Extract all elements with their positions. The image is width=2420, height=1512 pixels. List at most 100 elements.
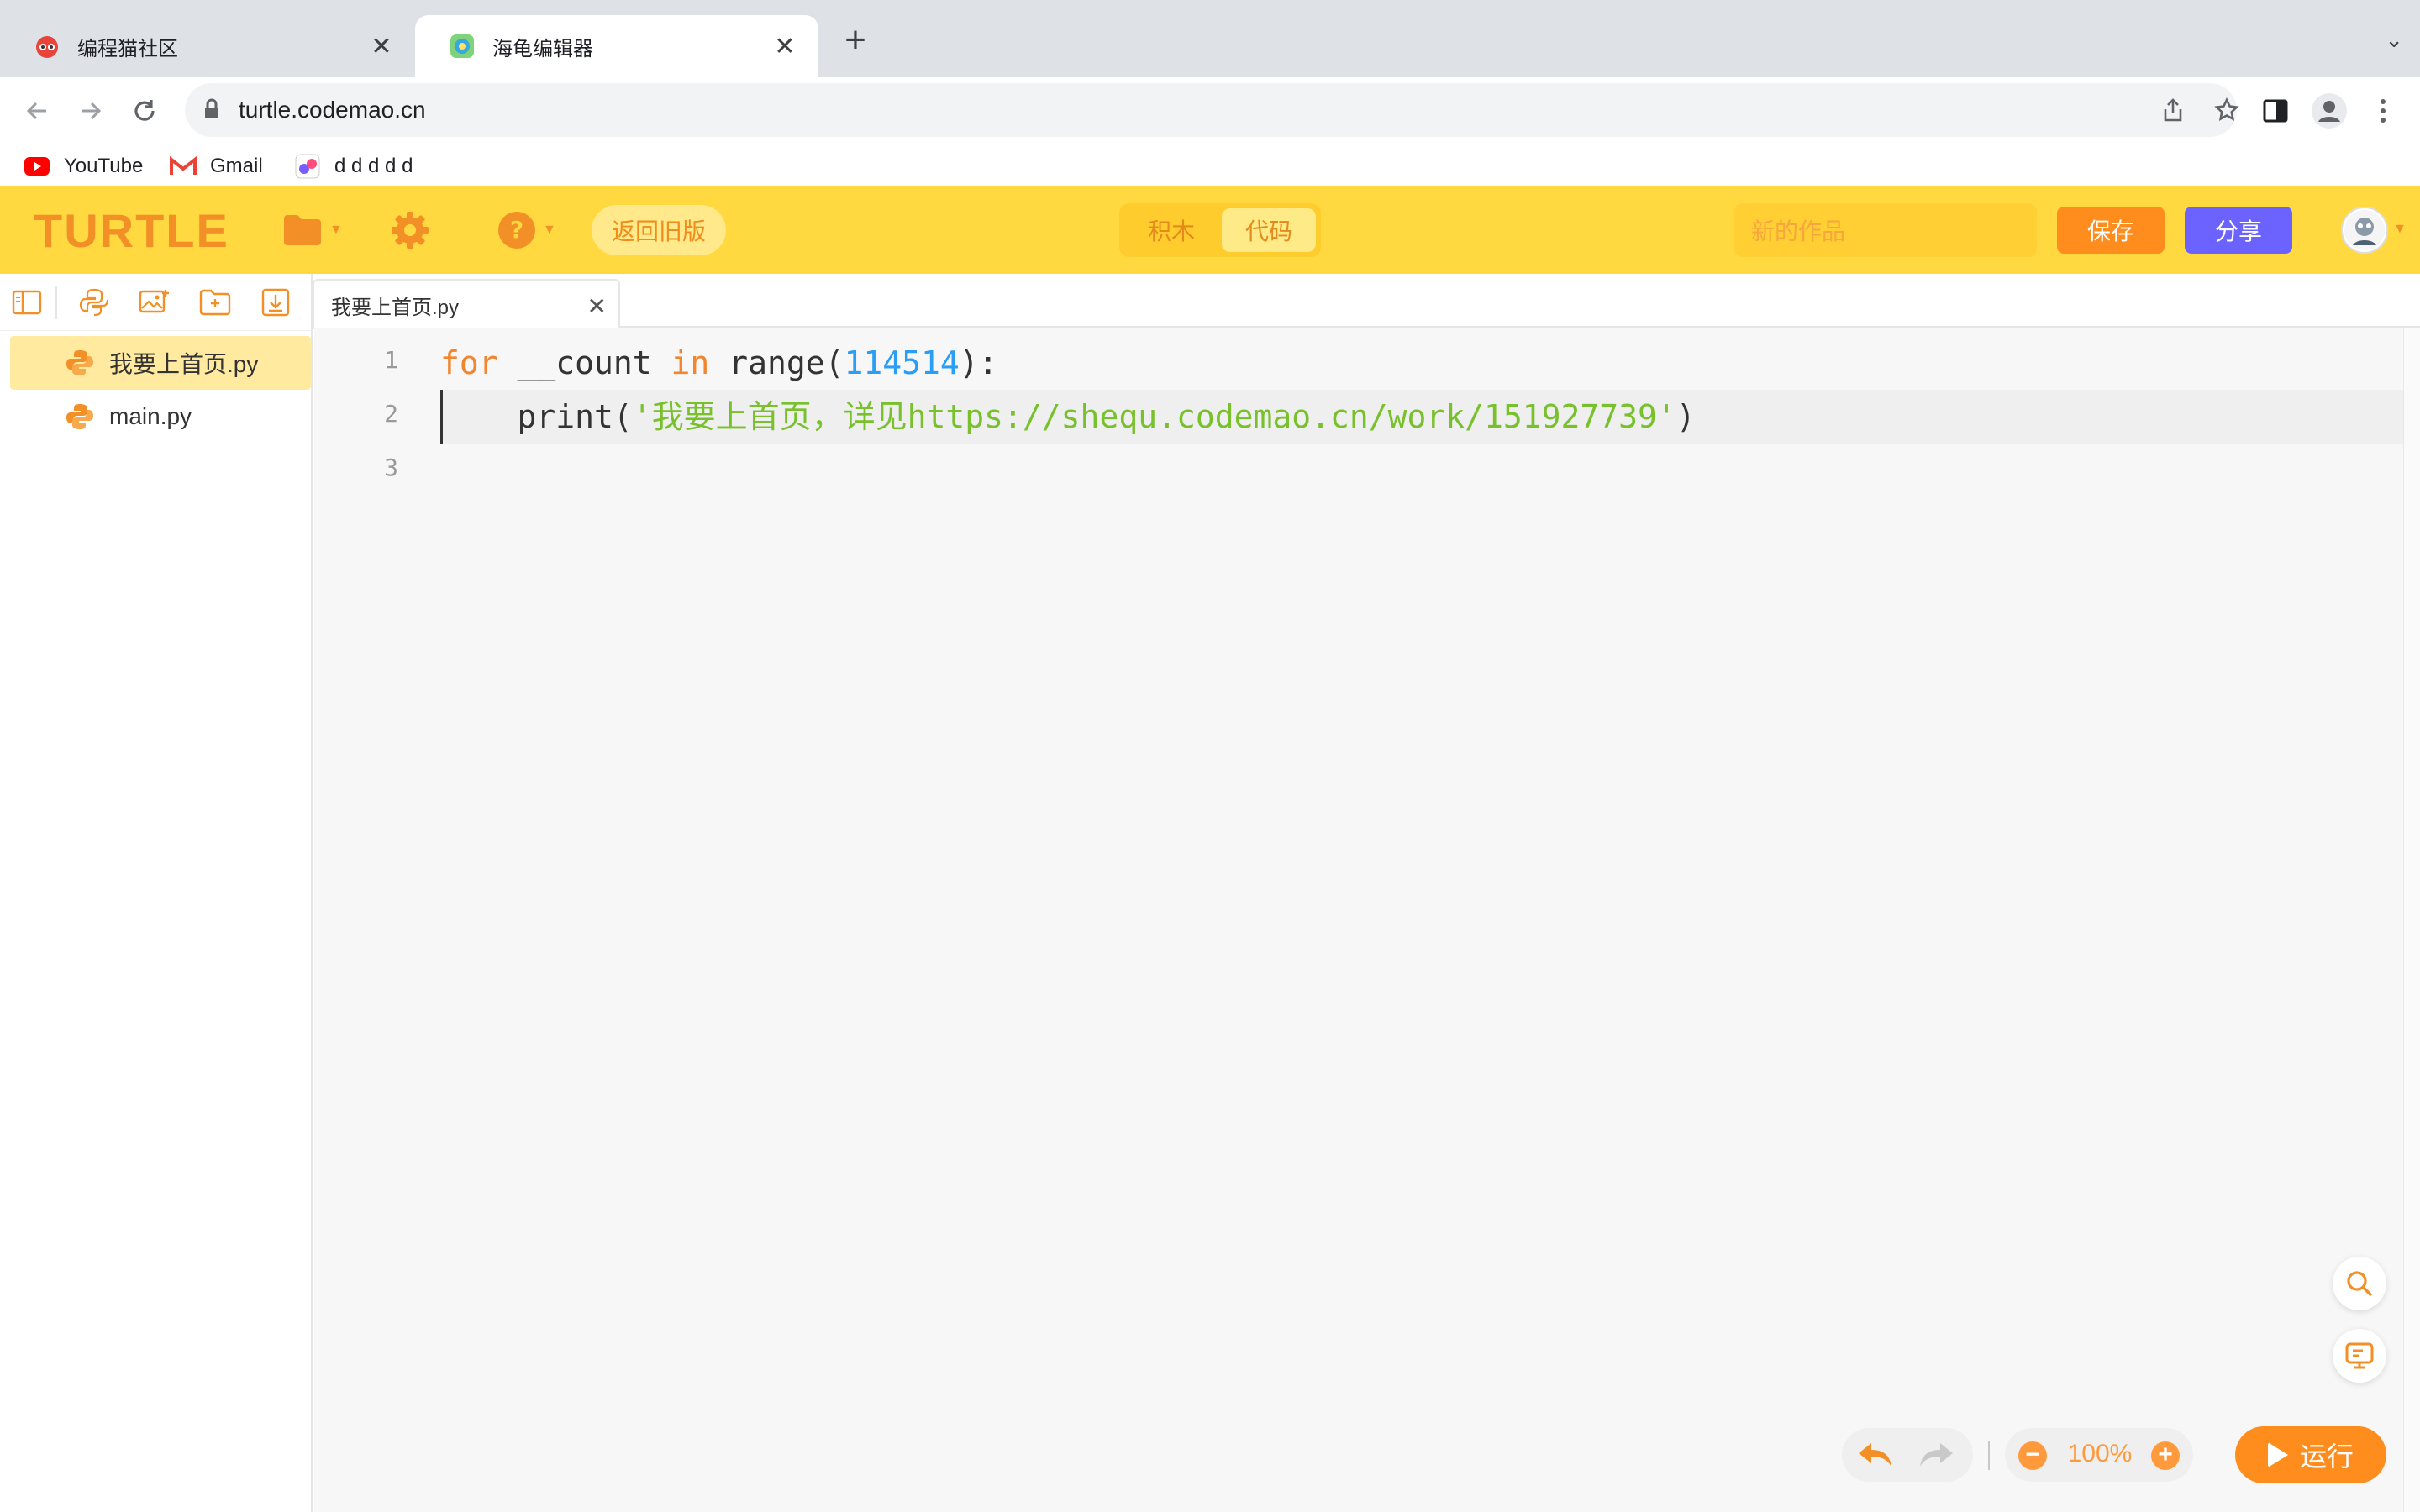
turtle-favicon-icon: [449, 33, 476, 60]
back-arrow-icon[interactable]: [13, 87, 60, 134]
browser-tab-turtle-editor[interactable]: 海龟编辑器 ✕: [415, 15, 818, 77]
code-string: '我要上首页，详见https://shequ.codemao.cn/work/1…: [632, 398, 1676, 435]
undo-redo-group: [1842, 1428, 1973, 1482]
tab-search-chevron-icon[interactable]: ⌄: [2385, 27, 2403, 53]
new-python-file-icon[interactable]: [77, 286, 111, 319]
bookmark-ddddd[interactable]: d d d d d: [294, 150, 413, 183]
code-identifier: __count: [497, 344, 671, 381]
close-editor-tab-icon[interactable]: ✕: [587, 292, 607, 320]
zoom-out-button[interactable]: −: [2018, 1441, 2047, 1470]
reload-icon[interactable]: [121, 87, 168, 134]
browser-tab-title: 编程猫社区: [77, 37, 178, 60]
bookmark-star-icon[interactable]: [2208, 92, 2245, 129]
download-icon[interactable]: [259, 286, 292, 319]
redo-icon[interactable]: [1916, 1435, 1956, 1475]
browser-tab-title: 海龟编辑器: [492, 37, 593, 60]
bookmark-label: d d d d d: [334, 155, 413, 177]
search-icon: [2347, 1271, 2373, 1297]
add-image-icon[interactable]: [138, 286, 171, 319]
side-panel-icon[interactable]: [2252, 87, 2299, 134]
mode-code-tab[interactable]: 代码: [1222, 208, 1316, 252]
bookmark-label: YouTube: [64, 155, 144, 177]
folder-icon: [284, 215, 321, 245]
bookmark-youtube[interactable]: YouTube: [24, 150, 143, 183]
gmail-icon: [170, 155, 197, 178]
code-call: range(: [709, 344, 844, 381]
zoom-level: 100%: [2067, 1440, 2133, 1467]
python-file-icon: [66, 404, 93, 429]
user-avatar[interactable]: [2341, 207, 2388, 254]
file-item[interactable]: main.py: [10, 390, 311, 444]
browser-toolbar: turtle.codemao.cn: [0, 77, 2420, 146]
code-line-2[interactable]: print('我要上首页，详见https://shequ.codemao.cn/…: [440, 390, 1696, 444]
new-tab-button[interactable]: +: [837, 22, 874, 60]
code-line-1[interactable]: for __count in range(114514):: [440, 336, 998, 390]
search-button[interactable]: [2333, 1257, 2386, 1310]
editor-file-tab[interactable]: 我要上首页.py ✕: [313, 279, 620, 329]
code-call: print(: [440, 398, 633, 435]
editor-tab-title: 我要上首页.py: [331, 296, 460, 319]
chevron-down-icon: ▼: [543, 223, 556, 237]
share-page-icon[interactable]: [2154, 92, 2191, 129]
editor-tab-bar: 我要上首页.py ✕: [313, 274, 2420, 329]
browser-menu-icon[interactable]: [2360, 87, 2407, 134]
python-file-icon: [66, 350, 93, 375]
settings-button[interactable]: [390, 208, 430, 252]
divider: [1988, 1441, 1990, 1470]
line-number: 3: [384, 454, 398, 481]
bookmark-label: Gmail: [210, 155, 263, 177]
new-folder-icon[interactable]: [198, 286, 232, 319]
address-bar[interactable]: turtle.codemao.cn: [185, 83, 2239, 137]
play-icon: [2267, 1442, 2288, 1467]
run-button[interactable]: 运行: [2235, 1426, 2386, 1483]
browser-tab-codemao-community[interactable]: 编程猫社区 ✕: [0, 15, 417, 77]
close-tab-icon[interactable]: ✕: [768, 29, 802, 63]
file-item-active[interactable]: 我要上首页.py: [10, 336, 311, 390]
code-number: 114514: [844, 344, 960, 381]
file-menu-button[interactable]: ▼: [282, 208, 343, 252]
gear-icon: [392, 212, 429, 249]
url-text: turtle.codemao.cn: [239, 97, 426, 123]
file-name: 我要上首页.py: [109, 351, 259, 377]
run-label: 运行: [2299, 1441, 2354, 1472]
browser-tab-strip: 编程猫社区 ✕ 海龟编辑器 ✕ + ⌄: [0, 0, 2420, 77]
bookmarks-bar: YouTube Gmail d d d d d: [0, 146, 2420, 186]
mode-blocks-tab[interactable]: 积木: [1124, 208, 1218, 252]
svg-text:?: ?: [510, 216, 523, 244]
code-editor[interactable]: 1 2 3 for __count in range(114514): prin…: [314, 328, 2403, 1512]
file-name: main.py: [109, 403, 192, 429]
work-name-input[interactable]: 新的作品: [1734, 203, 2037, 257]
toggle-sidebar-icon[interactable]: [10, 286, 44, 319]
forward-arrow-icon[interactable]: [67, 87, 114, 134]
code-punctuation: ): [1676, 398, 1696, 435]
undo-icon[interactable]: [1855, 1435, 1896, 1475]
close-tab-icon[interactable]: ✕: [365, 29, 398, 63]
keyword-in: in: [671, 344, 710, 381]
zoom-in-button[interactable]: +: [2151, 1441, 2180, 1470]
back-to-old-version-button[interactable]: 返回旧版: [592, 205, 726, 255]
sidebar-toolbar: [0, 274, 311, 331]
youtube-icon: [24, 155, 50, 178]
help-question-icon: ?: [498, 212, 535, 249]
app-header: TURTLE ▼ ? ▼ 返回旧版 积木 代码 新的作品 保存 分享 ▼: [0, 186, 2420, 274]
chevron-down-icon[interactable]: ▼: [2393, 222, 2407, 237]
profile-avatar-icon[interactable]: [2306, 87, 2353, 134]
lock-icon: [203, 98, 220, 120]
editor-scrollbar[interactable]: [2403, 328, 2420, 1512]
turtle-logo[interactable]: TURTLE: [34, 203, 229, 258]
console-icon: [2345, 1342, 2374, 1369]
help-menu-button[interactable]: ? ▼: [497, 208, 556, 252]
save-button[interactable]: 保存: [2057, 207, 2165, 254]
console-button[interactable]: [2333, 1329, 2386, 1383]
line-number: 2: [384, 400, 398, 428]
chevron-down-icon: ▼: [329, 223, 343, 237]
divider: [55, 286, 57, 319]
mode-toggle: 积木 代码: [1119, 203, 1321, 257]
share-button[interactable]: 分享: [2185, 207, 2292, 254]
bookmark-gmail[interactable]: Gmail: [170, 150, 263, 183]
line-number-gutter: 1 2 3: [314, 328, 405, 1512]
zoom-control: − 100% +: [2005, 1428, 2193, 1482]
line-number: 1: [384, 346, 398, 374]
codemao-favicon-icon: [34, 33, 60, 60]
bookmark-favicon-icon: [294, 154, 321, 179]
